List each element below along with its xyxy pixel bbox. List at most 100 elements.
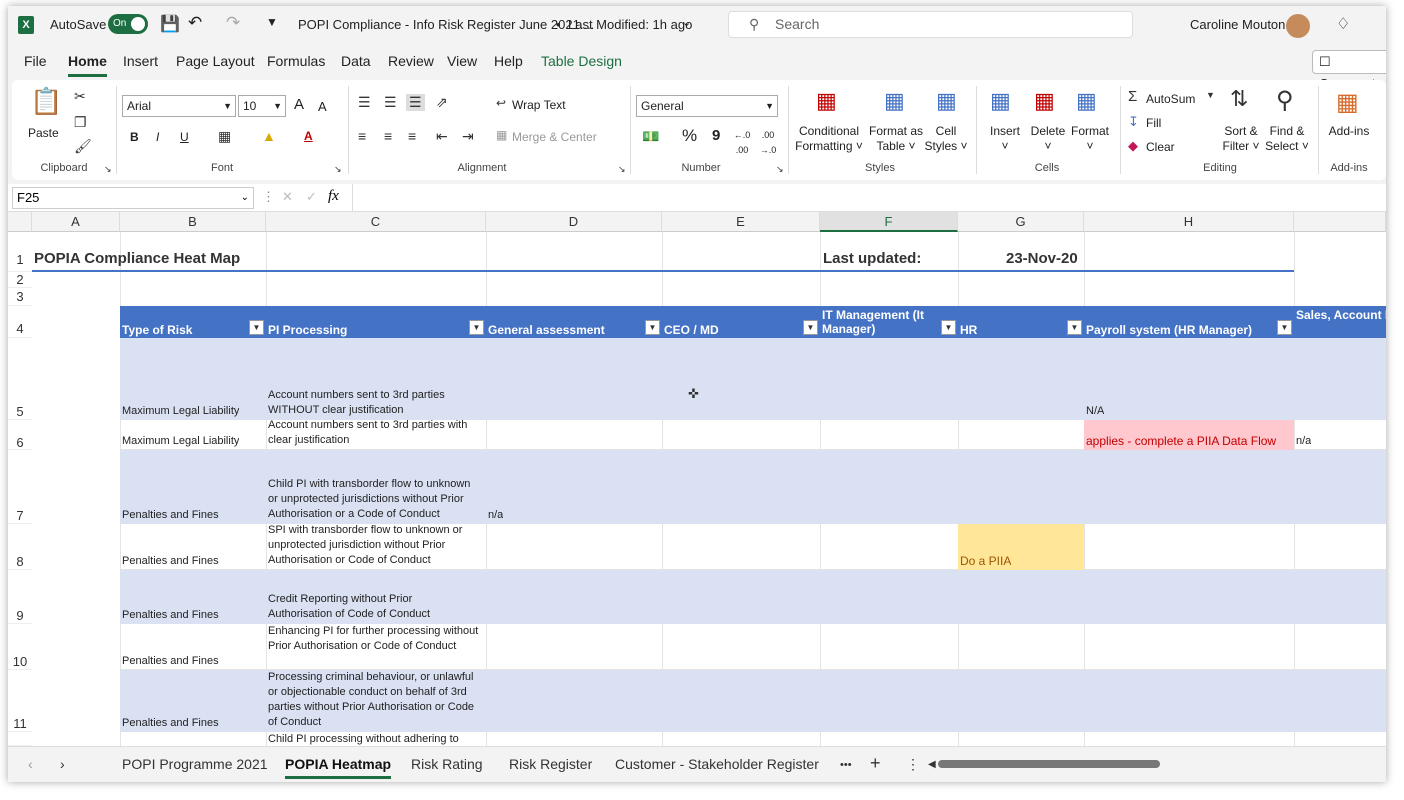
row-header-3[interactable]: 3	[8, 288, 32, 306]
tab-formulas[interactable]: Formulas	[267, 53, 325, 69]
filter-dropdown-icon[interactable]: ▼	[469, 320, 484, 335]
next-sheet-icon[interactable]: ›	[60, 756, 65, 772]
cell-pi[interactable]: SPI with transborder flow to unknown or …	[268, 523, 482, 568]
find-select-button[interactable]: Find & Select ˅	[1264, 124, 1310, 154]
sheet-tab-customer-stakeholder[interactable]: Customer - Stakeholder Register	[615, 756, 819, 772]
sort-filter-button[interactable]: Sort & Filter ˅	[1218, 124, 1264, 154]
align-center-icon[interactable]: ≡	[384, 128, 392, 144]
cell-pi[interactable]: Processing criminal behaviour, or unlawf…	[268, 670, 486, 730]
paste-icon[interactable]: 📋	[30, 86, 62, 117]
filter-dropdown-icon[interactable]: ▼	[1277, 320, 1292, 335]
decrease-indent-icon[interactable]: ⇤	[436, 128, 448, 145]
bold-button[interactable]: B	[130, 130, 139, 145]
tab-page-layout[interactable]: Page Layout	[176, 53, 255, 69]
fill-button[interactable]: Fill	[1146, 116, 1161, 131]
cell-type[interactable]: Penalties and Fines	[122, 508, 219, 523]
tab-table-design[interactable]: Table Design	[541, 53, 622, 69]
cell-pi[interactable]: Account numbers sent to 3rd parties WITH…	[268, 388, 482, 418]
column-header-d[interactable]: D	[486, 212, 662, 232]
font-launcher-icon[interactable]: ↘	[334, 164, 342, 175]
last-modified[interactable]: Last Modified: 1h ago	[568, 17, 692, 32]
filter-dropdown-icon[interactable]: ▼	[803, 320, 818, 335]
addins-button[interactable]: Add-ins	[1324, 124, 1374, 139]
tab-insert[interactable]: Insert	[123, 53, 158, 69]
font-size-select[interactable]: 10 ▼	[238, 95, 286, 117]
row-header-1[interactable]: 1	[8, 232, 32, 272]
cell-pi[interactable]: Enhancing PI for further processing with…	[268, 624, 482, 654]
scroll-left-icon[interactable]: ◀	[928, 759, 936, 770]
row-header-10[interactable]: 10	[8, 624, 32, 670]
sheet-title[interactable]: POPIA Compliance Heat Map	[34, 250, 240, 268]
conditional-formatting-button[interactable]: Conditional Formatting ˅	[794, 124, 864, 154]
cell-pi[interactable]: Credit Reporting without Prior Authorisa…	[268, 592, 468, 622]
cell-type[interactable]: Maximum Legal Liability	[122, 434, 239, 449]
align-top-icon[interactable]: ☰	[358, 94, 371, 111]
paste-button[interactable]: Paste	[28, 126, 59, 141]
filter-dropdown-icon[interactable]: ▼	[645, 320, 660, 335]
cut-icon[interactable]: ✂	[74, 88, 86, 105]
comma-style-button[interactable]: 9	[712, 128, 720, 143]
select-all-corner[interactable]	[8, 212, 32, 232]
tab-options-icon[interactable]: ⋮	[906, 756, 920, 773]
header-ceo-md[interactable]: CEO / MD	[664, 323, 719, 337]
fill-color-icon[interactable]: ▲	[262, 128, 276, 144]
merge-center-button[interactable]: Merge & Center	[512, 130, 597, 145]
column-header-g[interactable]: G	[958, 212, 1084, 232]
cell-type[interactable]: Penalties and Fines	[122, 716, 219, 731]
tab-view[interactable]: View	[447, 53, 477, 69]
autosum-button[interactable]: AutoSum	[1146, 92, 1195, 107]
number-format-select[interactable]: General ▼	[636, 95, 778, 117]
column-header-e[interactable]: E	[662, 212, 820, 232]
prev-sheet-icon[interactable]: ‹	[28, 756, 33, 772]
row-header-4[interactable]: 4	[8, 306, 32, 338]
tab-file[interactable]: File	[24, 53, 47, 69]
autosave-toggle[interactable]: On	[108, 14, 148, 34]
comments-button[interactable]: ☐ Comments	[1312, 50, 1386, 91]
customize-qat-icon[interactable]: ▼	[266, 15, 278, 29]
tab-data[interactable]: Data	[341, 53, 371, 69]
add-sheet-button[interactable]: +	[870, 753, 881, 774]
cell-type[interactable]: Penalties and Fines	[122, 608, 219, 623]
avatar[interactable]	[1286, 14, 1310, 38]
orientation-icon[interactable]: ⇗	[436, 94, 448, 111]
sheet-tab-risk-register[interactable]: Risk Register	[509, 756, 592, 772]
format-painter-icon[interactable]: 🖌	[74, 138, 92, 155]
formula-input[interactable]	[352, 184, 1386, 212]
cell-styles-button[interactable]: Cell Styles ˅	[924, 124, 968, 154]
wrap-text-button[interactable]: Wrap Text	[512, 98, 566, 113]
filter-dropdown-icon[interactable]: ▼	[1067, 320, 1082, 335]
align-middle-icon[interactable]: ☰	[384, 94, 397, 111]
increase-indent-icon[interactable]: ⇥	[462, 128, 474, 145]
accounting-format-icon[interactable]: 💵	[642, 128, 659, 145]
column-header-a[interactable]: A	[32, 212, 120, 232]
insert-function-button[interactable]: fx	[328, 188, 339, 205]
delete-cells-button[interactable]: Delete ˅	[1028, 124, 1068, 154]
row-header-11[interactable]: 11	[8, 670, 32, 732]
header-general-assessment[interactable]: General assessment	[488, 323, 605, 337]
worksheet-grid[interactable]: A B C D E F G H 1 2 3 4 5 6 7 8 9 10 11 …	[8, 212, 1386, 746]
cell-general[interactable]: n/a	[488, 508, 503, 523]
shrink-font-button[interactable]: A	[318, 99, 327, 114]
column-header-i[interactable]	[1294, 212, 1386, 232]
sheet-tab-popi-programme[interactable]: POPI Programme 2021	[122, 756, 268, 772]
filter-dropdown-icon[interactable]: ▼	[941, 320, 956, 335]
diamond-icon[interactable]: ♢	[1336, 14, 1350, 34]
header-sales[interactable]: Sales, Account M Business Develo	[1296, 308, 1386, 322]
cell-payroll[interactable]: N/A	[1086, 404, 1104, 419]
underline-button[interactable]: U	[180, 130, 189, 145]
search-input[interactable]: ⚲ Search	[728, 11, 1133, 38]
column-header-c[interactable]: C	[266, 212, 486, 232]
save-icon[interactable]: 💾	[160, 14, 180, 34]
font-color-button[interactable]: A	[304, 129, 313, 144]
sheet-tab-popia-heatmap[interactable]: POPIA Heatmap	[285, 756, 392, 779]
row-header-12[interactable]: 12	[8, 732, 32, 746]
cell-pi[interactable]: Child PI processing without adhering to …	[268, 732, 482, 746]
cell-hr[interactable]: Do a PIIA	[960, 554, 1011, 569]
more-sheets-button[interactable]: •••	[840, 759, 852, 771]
undo-icon[interactable]: ↶	[188, 13, 202, 33]
align-right-icon[interactable]: ≡	[408, 128, 416, 144]
header-pi-processing[interactable]: PI Processing	[268, 323, 347, 337]
percent-style-button[interactable]: %	[682, 127, 697, 144]
row-header-5[interactable]: 5	[8, 338, 32, 420]
cancel-icon[interactable]: ✕	[282, 189, 293, 205]
